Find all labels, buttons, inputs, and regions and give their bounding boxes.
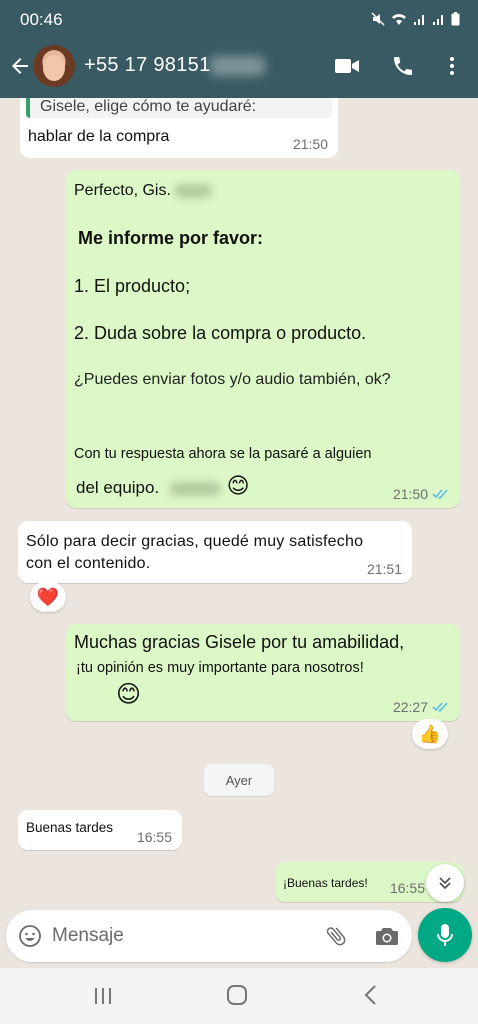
message-text: Muchas gracias Gisele por tu amabilidad, (74, 632, 405, 652)
back-arrow-icon[interactable] (8, 54, 32, 78)
chat-header: +55 17 98151 (0, 40, 478, 98)
read-ticks-icon (432, 702, 448, 713)
smile-emoji-icon: 😊 (226, 473, 250, 498)
smile-emoji-icon: 😊 (116, 681, 142, 708)
message-time: 21:51 (366, 561, 402, 577)
camera-icon[interactable] (374, 924, 400, 948)
message-input[interactable] (52, 918, 312, 954)
message-input-bar (6, 910, 412, 962)
emoji-icon[interactable] (18, 924, 42, 948)
message-time: 22:27 (393, 699, 450, 715)
message-time: 16:55 (389, 880, 425, 896)
mute-icon (371, 12, 385, 31)
message-text: hablar de la compra (28, 128, 170, 145)
system-navigation-bar (0, 968, 478, 1024)
wifi-icon (390, 12, 408, 31)
message-text: 1. El producto; (74, 276, 191, 296)
redacted-number-blur (210, 56, 265, 76)
message-text: con el contenido. (26, 555, 151, 572)
message-text: del equipo. (76, 478, 160, 497)
read-ticks-icon (432, 489, 448, 500)
incoming-message[interactable]: Sólo para decir gracias, quedé muy satis… (18, 521, 412, 583)
more-options-icon[interactable] (440, 54, 464, 78)
phone-call-icon[interactable] (391, 54, 415, 78)
message-text: ¡Buenas tardes! (283, 876, 368, 890)
recent-apps-icon[interactable] (92, 986, 114, 1006)
signal-icon-2 (432, 12, 446, 31)
battery-icon (451, 12, 460, 31)
attachment-icon[interactable] (324, 924, 348, 948)
message-text: ¿Puedes enviar fotos y/o audio también, … (74, 371, 391, 388)
date-separator: Ayer (204, 764, 274, 796)
outgoing-message[interactable]: Perfecto, Gis. Me informe por favor: 1. … (66, 170, 460, 508)
message-text-bold: Me informe por favor: (78, 228, 264, 248)
message-time: 21:50 (292, 136, 328, 152)
status-bar: 00:46 (0, 0, 478, 40)
message-text: Perfecto, Gis. (74, 182, 171, 199)
outgoing-message[interactable]: Muchas gracias Gisele por tu amabilidad,… (66, 624, 460, 721)
thumbs-up-reaction-icon[interactable]: 👍 (412, 719, 448, 749)
redacted-blur (169, 481, 220, 496)
double-chevron-down-icon (439, 877, 451, 890)
heart-reaction-icon[interactable]: ❤️ (30, 582, 66, 612)
microphone-icon (437, 924, 453, 946)
message-text: 2. Duda sobre la compra o producto. (74, 323, 367, 343)
contact-name[interactable]: +55 17 98151 (84, 54, 211, 77)
message-text: ¡tu opinión es muy importante para nosot… (76, 660, 364, 676)
quoted-text: Gisele, elige cómo te ayudaré: (40, 98, 257, 115)
scroll-to-bottom-button[interactable] (426, 864, 464, 902)
message-time: 21:50 (393, 486, 450, 502)
status-icons (371, 12, 460, 31)
incoming-message-with-quote[interactable]: Gisele, elige cómo te ayudaré: hablar de… (20, 98, 338, 158)
signal-icon-1 (413, 12, 427, 31)
message-time: 16:55 (136, 829, 172, 845)
incoming-message[interactable]: Buenas tardes 16:55 (18, 810, 182, 850)
status-time: 00:46 (20, 10, 63, 29)
contact-avatar[interactable] (33, 45, 75, 87)
message-text: Buenas tardes (26, 820, 114, 835)
video-call-icon[interactable] (334, 56, 360, 76)
redacted-name-blur (175, 183, 212, 198)
message-text: Sólo para decir gracias, quedé muy satis… (26, 533, 364, 550)
back-icon[interactable] (362, 984, 380, 1006)
quoted-message[interactable]: Gisele, elige cómo te ayudaré: (26, 98, 332, 118)
voice-message-button[interactable] (418, 908, 472, 962)
message-text: Con tu respuesta ahora se la pasaré a al… (74, 446, 372, 462)
home-icon[interactable] (226, 984, 248, 1006)
